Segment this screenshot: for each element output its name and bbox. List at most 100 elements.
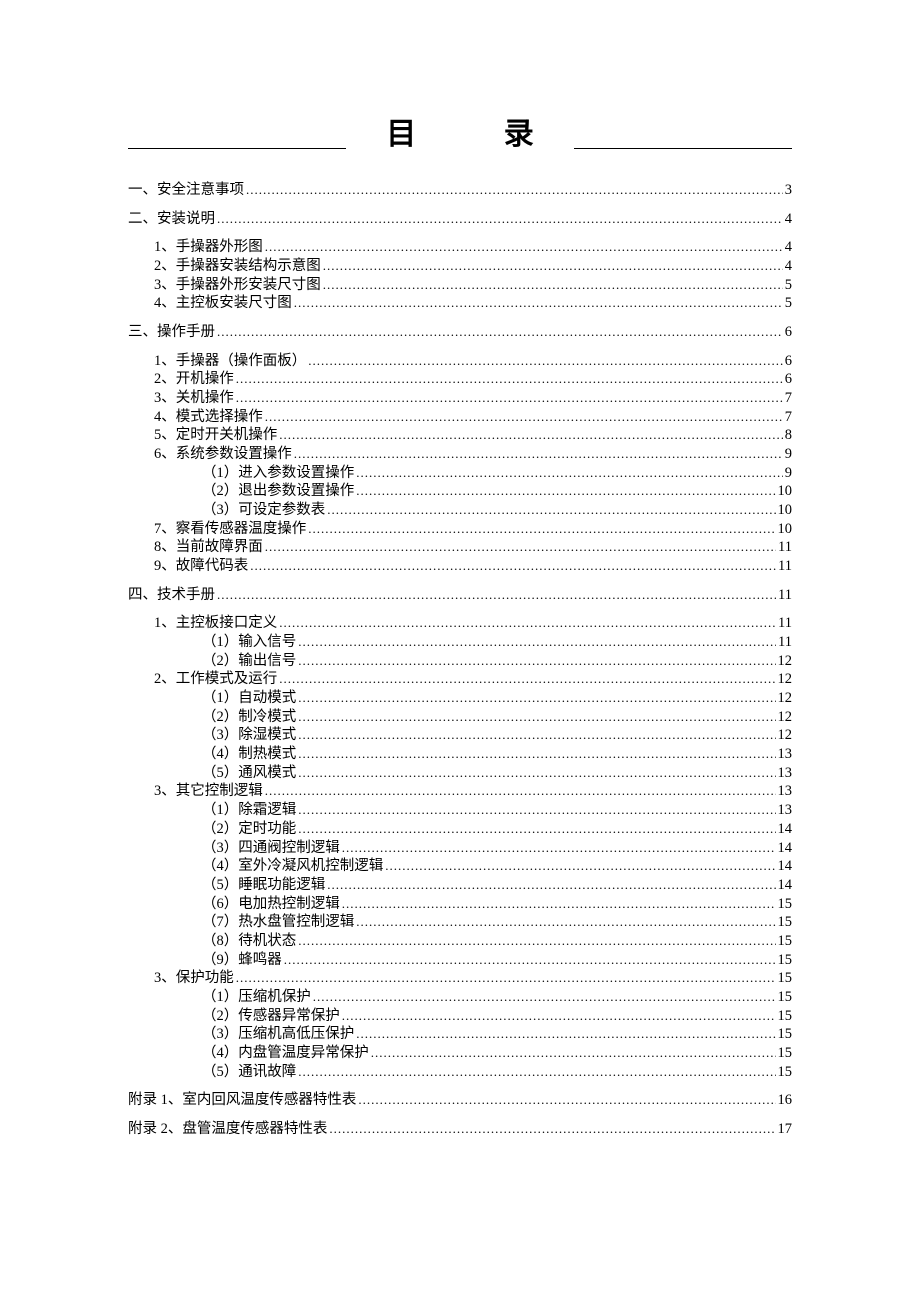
toc-entry-label: （1）压缩机保护 [202, 989, 311, 1006]
toc-leader-dots [265, 540, 776, 555]
toc-entry-label: （1）进入参数设置操作 [202, 465, 354, 482]
toc-entry-page: 9 [785, 465, 792, 482]
toc-entry-page: 11 [778, 615, 792, 632]
toc-entry-page: 6 [785, 324, 792, 341]
toc-entry-page: 12 [778, 671, 793, 688]
toc-leader-dots [323, 278, 783, 293]
toc-entry-label: 附录 1、室内回风温度传感器特性表 [128, 1092, 356, 1109]
toc-leader-dots [217, 212, 783, 227]
toc-leader-dots [279, 616, 776, 631]
toc-entry: （8）待机状态15 [128, 932, 792, 951]
toc-entry-label: 4、主控板安装尺寸图 [154, 295, 292, 312]
toc-entry: 2、开机操作6 [128, 370, 792, 389]
toc-entry-label: （3）除湿模式 [202, 727, 296, 744]
toc-entry: （5）通风模式 13 [128, 764, 792, 783]
toc-leader-dots [298, 691, 775, 706]
toc-entry: （2）制冷模式12 [128, 708, 792, 727]
toc-entry: （1）自动模式12 [128, 689, 792, 708]
toc-entry: 2、手操器安装结构示意图 4 [128, 257, 792, 276]
toc-leader-dots [250, 559, 776, 574]
toc-gap [128, 342, 792, 352]
toc-entry-page: 15 [778, 952, 793, 969]
toc-entry-page: 4 [785, 258, 792, 275]
toc-entry-page: 4 [785, 239, 792, 256]
toc-entry-label: 8、当前故障界面 [154, 539, 263, 556]
toc-entry-page: 12 [778, 653, 793, 670]
toc-entry-label: （4）制热模式 [202, 746, 296, 763]
toc-leader-dots [329, 1122, 775, 1137]
toc-leader-dots [298, 635, 776, 650]
toc-entry-label: （5）睡眠功能逻辑 [202, 877, 325, 894]
toc-leader-dots [279, 428, 783, 443]
toc-entry-label: （3）可设定参数表 [202, 502, 325, 519]
toc-entry-label: （1）除霜逻辑 [202, 802, 296, 819]
toc-entry-label: （2）退出参数设置操作 [202, 483, 354, 500]
toc-leader-dots [323, 259, 783, 274]
toc-entry-label: 二、安装说明 [128, 211, 215, 228]
title-wrap: 目 录 [128, 96, 792, 153]
toc-entry-label: 5、定时开关机操作 [154, 427, 277, 444]
toc-entry-page: 12 [778, 690, 793, 707]
toc-leader-dots [298, 710, 775, 725]
toc-entry: （5）睡眠功能逻辑 14 [128, 876, 792, 895]
toc-entry-label: （4）室外冷凝风机控制逻辑 [202, 858, 383, 875]
toc-entry-page: 5 [785, 277, 792, 294]
toc-entry: （5）通讯故障15 [128, 1063, 792, 1082]
toc-gap [128, 576, 792, 586]
toc-entry: 4、主控板安装尺寸图5 [128, 294, 792, 313]
toc-entry-label: 一、安全注意事项 [128, 182, 244, 199]
toc-entry: （2）传感器异常保护 15 [128, 1007, 792, 1026]
toc-entry-page: 13 [778, 765, 793, 782]
toc-leader-dots [298, 934, 775, 949]
toc-entry-label: （4）内盘管温度异常保护 [202, 1045, 369, 1062]
toc-entry: （2）输出信号 12 [128, 652, 792, 671]
toc-leader-dots [298, 654, 775, 669]
toc-leader-dots [294, 296, 783, 311]
toc-leader-dots [327, 878, 775, 893]
toc-leader-dots [246, 183, 783, 198]
toc-leader-dots [236, 372, 783, 387]
toc-leader-dots [308, 354, 783, 369]
toc-entry-page: 11 [778, 587, 792, 604]
toc-entry-page: 14 [778, 877, 793, 894]
toc-entry-page: 8 [785, 427, 792, 444]
toc-entry-page: 15 [778, 970, 793, 987]
toc-entry: 三、操作手册6 [128, 323, 792, 342]
toc-entry-page: 7 [785, 409, 792, 426]
toc-entry: （3）四通阀控制逻辑14 [128, 839, 792, 858]
toc-entry-page: 13 [778, 746, 793, 763]
toc-entry-label: （5）通风模式 [202, 765, 296, 782]
toc-leader-dots [284, 953, 776, 968]
toc-entry: （3）压缩机高低压保护15 [128, 1025, 792, 1044]
toc-leader-dots [298, 803, 775, 818]
toc-leader-dots [298, 728, 775, 743]
toc-entry: （2）退出参数设置操作10 [128, 482, 792, 501]
toc-entry-page: 13 [778, 802, 793, 819]
toc-leader-dots [342, 897, 776, 912]
toc-entry-label: 3、保护功能 [154, 970, 234, 987]
toc-entry-page: 15 [778, 896, 793, 913]
table-of-contents: 一、安全注意事项3二、安装说明41、手操器外形图42、手操器安装结构示意图43、… [128, 171, 792, 1139]
toc-leader-dots [356, 1027, 775, 1042]
toc-entry-page: 14 [778, 858, 793, 875]
toc-entry: 6、系统参数设置操作9 [128, 445, 792, 464]
toc-entry: 1、主控板接口定义11 [128, 614, 792, 633]
toc-entry-label: 2、手操器安装结构示意图 [154, 258, 321, 275]
toc-entry-page: 3 [785, 182, 792, 199]
toc-leader-dots [356, 484, 775, 499]
toc-entry-page: 14 [778, 840, 793, 857]
title-rule-left [128, 148, 346, 149]
toc-gap [128, 171, 792, 181]
toc-leader-dots [298, 747, 775, 762]
toc-entry: 5、定时开关机操作 8 [128, 426, 792, 445]
toc-entry: 二、安装说明4 [128, 210, 792, 229]
toc-entry: 附录 1、室内回风温度传感器特性表16 [128, 1091, 792, 1110]
toc-entry-label: （2）输出信号 [202, 653, 296, 670]
toc-entry-label: （2）传感器异常保护 [202, 1008, 340, 1025]
toc-entry-page: 15 [778, 1008, 793, 1025]
toc-gap [128, 228, 792, 238]
toc-leader-dots [342, 841, 776, 856]
toc-entry: 3、手操器外形安装尺寸图5 [128, 276, 792, 295]
toc-entry-label: 7、察看传感器温度操作 [154, 521, 306, 538]
toc-entry: 2、工作模式及运行12 [128, 670, 792, 689]
